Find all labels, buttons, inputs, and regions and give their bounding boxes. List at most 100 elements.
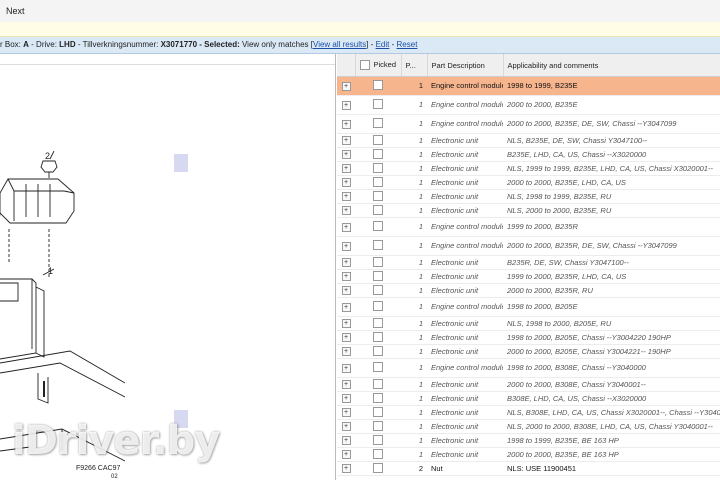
expand-icon[interactable]: +	[341, 363, 351, 373]
table-row[interactable]: +2 Nut NLS: USE 11900451	[337, 461, 720, 476]
picked-checkbox[interactable]	[373, 148, 383, 159]
picked-checkbox[interactable]	[373, 392, 383, 403]
expand-icon[interactable]: +	[341, 164, 351, 173]
picked-checkbox[interactable]	[373, 434, 383, 445]
picked-checkbox[interactable]	[373, 162, 383, 173]
table-row[interactable]: +1 Electronic unit NLS, 2000 to 2000, B235…	[337, 203, 720, 218]
expand-icon[interactable]: +	[341, 119, 351, 129]
expand-icon[interactable]: +	[341, 241, 351, 251]
expand-icon[interactable]: +	[341, 380, 351, 389]
table-row[interactable]: +1 Electronic unit 2000 to 2000, B205E, Ch…	[337, 344, 720, 359]
expand-icon[interactable]: +	[341, 178, 351, 187]
picked-checkbox[interactable]	[373, 420, 383, 431]
row-expand-cell: +	[337, 189, 355, 204]
table-row[interactable]: +1 Engine control module 1998 to 2000, B20…	[337, 297, 720, 317]
row-part-description: Electronic unit	[427, 405, 503, 420]
reset-link[interactable]: Reset	[397, 40, 418, 49]
table-row[interactable]: +1 Electronic unit 2000 to 2000, B235E, BE…	[337, 447, 720, 462]
picked-checkbox[interactable]	[373, 270, 383, 281]
expand-icon[interactable]: +	[341, 394, 351, 403]
selected-label: - Selected:	[199, 40, 240, 49]
expand-icon[interactable]: +	[341, 272, 351, 281]
table-row[interactable]: +1 Electronic unit 1998 to 2000, B205E, Ch…	[337, 330, 720, 345]
table-row[interactable]: +1 Electronic unit 2000 to 2000, B235R, RU	[337, 283, 720, 298]
table-row[interactable]: +1 Engine control module 1998 to 1999, B23…	[337, 76, 720, 96]
picked-checkbox[interactable]	[373, 345, 383, 356]
picked-checkbox[interactable]	[373, 118, 383, 128]
table-row[interactable]: +1 Electronic unit 1999 to 2000, B235R, LH…	[337, 269, 720, 284]
picked-checkbox[interactable]	[373, 99, 383, 109]
header-picked[interactable]: Picked	[355, 54, 402, 77]
table-row[interactable]: +1 Electronic unit NLS, B308E, LHD, CA, US…	[337, 405, 720, 420]
expand-icon[interactable]: +	[341, 286, 351, 295]
row-qty: 1	[401, 189, 427, 204]
expand-icon[interactable]: +	[341, 192, 351, 201]
expand-icon[interactable]: +	[341, 408, 351, 417]
expand-icon[interactable]: +	[341, 136, 351, 145]
picked-checkbox[interactable]	[373, 204, 383, 215]
edit-link[interactable]: Edit	[376, 40, 390, 49]
table-row[interactable]: +1 Electronic unit B235E, LHD, CA, US, Cha…	[337, 147, 720, 162]
picked-checkbox[interactable]	[373, 448, 383, 459]
next-button[interactable]: Next	[6, 6, 25, 16]
picked-checkbox[interactable]	[373, 317, 383, 328]
picked-checkbox[interactable]	[373, 221, 383, 231]
header-part-description[interactable]: Part Description	[427, 54, 504, 77]
expand-icon[interactable]: +	[341, 150, 351, 159]
expand-icon[interactable]: +	[341, 319, 351, 328]
picked-checkbox[interactable]	[373, 284, 383, 295]
picked-checkbox[interactable]	[373, 462, 383, 473]
table-row[interactable]: +1 Electronic unit 2000 to 2000, B308E, Ch…	[337, 377, 720, 392]
expand-icon[interactable]: +	[341, 347, 351, 356]
picked-checkbox[interactable]	[373, 190, 383, 201]
diagram-hotspot-marker[interactable]	[174, 154, 188, 172]
row-applicability: 1999 to 2000, B235R	[503, 217, 720, 237]
table-row[interactable]: +1 Engine control module 2000 to 2000, B23…	[337, 114, 720, 134]
picked-checkbox[interactable]	[373, 406, 383, 417]
picked-checkbox[interactable]	[373, 378, 383, 389]
table-row[interactable]: +1 Electronic unit NLS, 1999 to 1999, B235…	[337, 161, 720, 176]
select-all-checkbox[interactable]	[359, 60, 370, 70]
view-all-results-link[interactable]: View all results	[313, 40, 366, 49]
table-row[interactable]: +1 Engine control module 1999 to 2000, B23…	[337, 217, 720, 237]
expand-icon[interactable]: +	[341, 464, 351, 473]
callout-2: 2	[45, 151, 50, 161]
expand-icon[interactable]: +	[341, 206, 351, 215]
row-expand-cell: +	[337, 269, 355, 284]
expand-icon[interactable]: +	[341, 258, 351, 267]
expand-icon[interactable]: +	[341, 450, 351, 459]
picked-checkbox[interactable]	[373, 134, 383, 145]
table-row[interactable]: +1 Engine control module 2000 to 2000, B23…	[337, 236, 720, 256]
table-row[interactable]: +1 Electronic unit NLS, B235E, DE, SW, Cha…	[337, 133, 720, 148]
row-picked-cell	[355, 76, 401, 96]
table-row[interactable]: +1 Electronic unit 2000 to 2000, B235E, LH…	[337, 175, 720, 190]
picked-checkbox[interactable]	[373, 80, 383, 90]
expand-icon[interactable]: +	[341, 422, 351, 431]
expand-icon[interactable]: +	[341, 436, 351, 445]
table-row[interactable]: +1 Electronic unit 1998 to 1999, B235E, BE…	[337, 433, 720, 448]
table-row[interactable]: +1 Engine control module 2000 to 2000, B23…	[337, 95, 720, 115]
table-row[interactable]: +1 Electronic unit NLS, 1998 to 2000, B205…	[337, 316, 720, 331]
header-expand	[337, 54, 356, 77]
row-expand-cell: +	[337, 236, 355, 256]
picked-checkbox[interactable]	[373, 176, 383, 187]
expand-icon[interactable]: +	[341, 333, 351, 342]
table-row[interactable]: +1 Electronic unit B308E, LHD, CA, US, Cha…	[337, 391, 720, 406]
table-row[interactable]: +1 Electronic unit NLS, 1998 to 1999, B235…	[337, 189, 720, 204]
picked-checkbox[interactable]	[373, 301, 383, 311]
picked-checkbox[interactable]	[373, 256, 383, 267]
row-qty: 1	[401, 114, 427, 134]
expand-icon[interactable]: +	[341, 81, 351, 91]
expand-icon[interactable]: +	[341, 302, 351, 312]
table-row[interactable]: +1 Engine control module 1998 to 2000, B30…	[337, 358, 720, 378]
row-applicability: NLS, 2000 to 2000, B308E, LHD, CA, US, C…	[503, 419, 720, 434]
table-row[interactable]: +1 Electronic unit B235R, DE, SW, Chassi Y…	[337, 255, 720, 270]
header-pos[interactable]: P...	[401, 54, 428, 77]
picked-checkbox[interactable]	[373, 240, 383, 250]
expand-icon[interactable]: +	[341, 100, 351, 110]
table-row[interactable]: +1 Electronic unit NLS, 2000 to 2000, B308…	[337, 419, 720, 434]
header-applicability[interactable]: Applicability and comments	[503, 54, 720, 77]
picked-checkbox[interactable]	[373, 362, 383, 372]
expand-icon[interactable]: +	[341, 222, 351, 232]
picked-checkbox[interactable]	[373, 331, 383, 342]
